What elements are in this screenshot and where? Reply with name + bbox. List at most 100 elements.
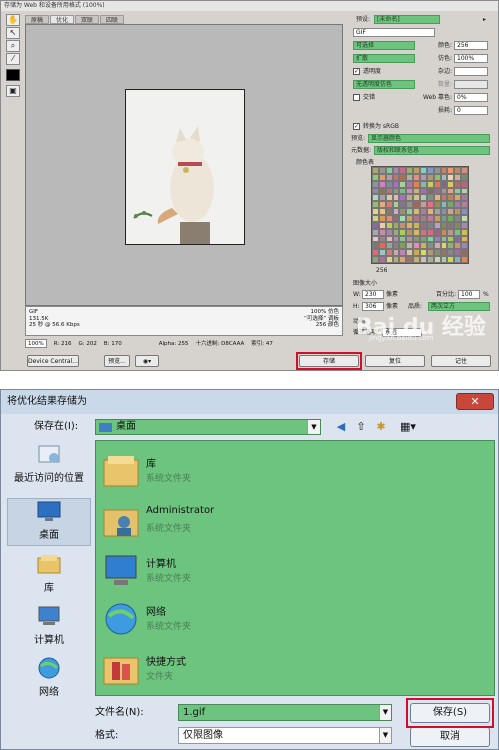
color-swatch[interactable] [454, 167, 462, 174]
color-swatch[interactable] [461, 208, 468, 215]
color-swatch[interactable] [392, 221, 400, 229]
color-swatch[interactable] [454, 187, 462, 195]
filename-input[interactable]: 1.gif ▼ [178, 704, 392, 721]
color-swatch[interactable] [378, 221, 386, 229]
color-swatch[interactable] [399, 180, 407, 188]
color-swatch[interactable] [433, 256, 441, 263]
color-swatch[interactable] [426, 214, 434, 222]
place-network[interactable]: 网络 [7, 656, 91, 702]
tab-optimized[interactable]: 优化 [50, 15, 75, 24]
color-swatch[interactable] [385, 173, 393, 181]
color-swatch[interactable] [385, 180, 393, 188]
color-swatch[interactable] [461, 242, 468, 250]
color-swatch[interactable] [399, 173, 407, 181]
color-swatch[interactable] [385, 228, 393, 236]
color-swatch[interactable] [399, 256, 407, 263]
zoom-select[interactable]: 100% [25, 339, 47, 348]
tab-original[interactable]: 原稿 [25, 15, 50, 24]
color-swatch[interactable] [413, 180, 420, 188]
color-swatch[interactable] [447, 208, 455, 215]
color-swatch[interactable] [461, 201, 468, 209]
color-swatch[interactable] [378, 167, 386, 174]
color-swatch[interactable] [426, 167, 434, 174]
color-swatch[interactable] [420, 214, 427, 222]
list-item[interactable]: 计算机 系统文件夹 [102, 549, 482, 593]
color-swatch[interactable] [392, 235, 400, 243]
color-swatch[interactable] [433, 235, 441, 243]
transparency-dither-select[interactable]: 无透明度仿色 [353, 80, 415, 89]
color-swatch[interactable] [399, 194, 407, 202]
color-swatch[interactable] [406, 235, 414, 243]
metadata-select[interactable]: 版权和联系信息 [374, 146, 490, 155]
color-swatch[interactable] [392, 187, 400, 195]
color-swatch[interactable] [378, 256, 386, 263]
color-swatch[interactable] [420, 242, 427, 250]
color-swatch[interactable] [399, 187, 407, 195]
color-swatch[interactable] [426, 180, 434, 188]
color-swatch[interactable] [372, 256, 379, 263]
color-swatch[interactable] [461, 173, 468, 181]
color-swatch[interactable] [447, 221, 455, 229]
color-swatch[interactable] [447, 249, 455, 257]
color-swatch[interactable] [461, 235, 468, 243]
color-swatch[interactable] [372, 187, 379, 195]
color-swatch[interactable] [447, 228, 455, 236]
color-swatch[interactable] [433, 173, 441, 181]
color-swatch[interactable] [385, 167, 393, 174]
color-swatch[interactable] [426, 187, 434, 195]
list-item[interactable]: 快捷方式 文件夹 [102, 647, 482, 691]
color-swatch[interactable] [385, 208, 393, 215]
color-table[interactable] [371, 166, 469, 264]
color-swatch[interactable] [372, 221, 379, 229]
convert-srgb-checkbox[interactable]: ✓ [353, 123, 360, 130]
color-swatch[interactable] [433, 214, 441, 222]
color-swatch[interactable] [378, 242, 386, 250]
color-swatch[interactable] [413, 249, 420, 257]
amount-input[interactable] [454, 80, 488, 89]
color-swatch[interactable] [454, 208, 462, 215]
color-swatch[interactable] [392, 242, 400, 250]
color-swatch[interactable] [440, 228, 448, 236]
color-swatch[interactable] [440, 256, 448, 263]
color-swatch[interactable] [372, 180, 379, 188]
zoom-tool-icon[interactable]: ⌕ [6, 40, 20, 52]
list-item[interactable]: 库 系统文件夹 [102, 449, 482, 493]
color-swatch[interactable] [433, 208, 441, 215]
color-swatch[interactable] [461, 249, 468, 257]
color-swatch[interactable] [454, 235, 462, 243]
color-swatch[interactable] [399, 249, 407, 257]
color-swatch[interactable] [392, 167, 400, 174]
color-swatch[interactable] [433, 221, 441, 229]
place-recent[interactable]: 最近访问的位置 [7, 442, 91, 492]
close-button[interactable]: ✕ [456, 393, 494, 410]
color-swatch[interactable] [378, 235, 386, 243]
color-swatch[interactable] [447, 173, 455, 181]
tab-2up[interactable]: 双联 [75, 15, 100, 24]
remember-button[interactable]: 记住 [431, 355, 491, 367]
chevron-down-icon[interactable]: ▼ [307, 420, 320, 434]
color-swatch[interactable] [440, 221, 448, 229]
color-swatch[interactable] [426, 221, 434, 229]
color-swatch[interactable] [372, 235, 379, 243]
color-swatch[interactable] [378, 249, 386, 257]
color-swatch[interactable] [420, 235, 427, 243]
format-select[interactable]: 仅限图像 ▼ [178, 727, 392, 744]
color-swatch[interactable] [426, 228, 434, 236]
color-swatch[interactable] [447, 242, 455, 250]
color-swatch[interactable] [433, 194, 441, 202]
color-swatch[interactable] [426, 249, 434, 257]
color-swatch[interactable] [406, 249, 414, 257]
color-swatch[interactable] [454, 214, 462, 222]
color-swatch[interactable] [426, 235, 434, 243]
lossy-input[interactable]: 0 [454, 106, 488, 115]
color-swatch[interactable] [420, 221, 427, 229]
color-swatch[interactable] [461, 228, 468, 236]
preview-button[interactable]: 预览... [104, 355, 130, 367]
percent-input[interactable]: 100 [458, 290, 480, 299]
color-swatch[interactable] [433, 228, 441, 236]
color-swatch[interactable] [461, 187, 468, 195]
color-swatch[interactable] [406, 194, 414, 202]
color-swatch[interactable] [372, 208, 379, 215]
color-swatch[interactable] [440, 194, 448, 202]
color-swatch[interactable] [406, 173, 414, 181]
